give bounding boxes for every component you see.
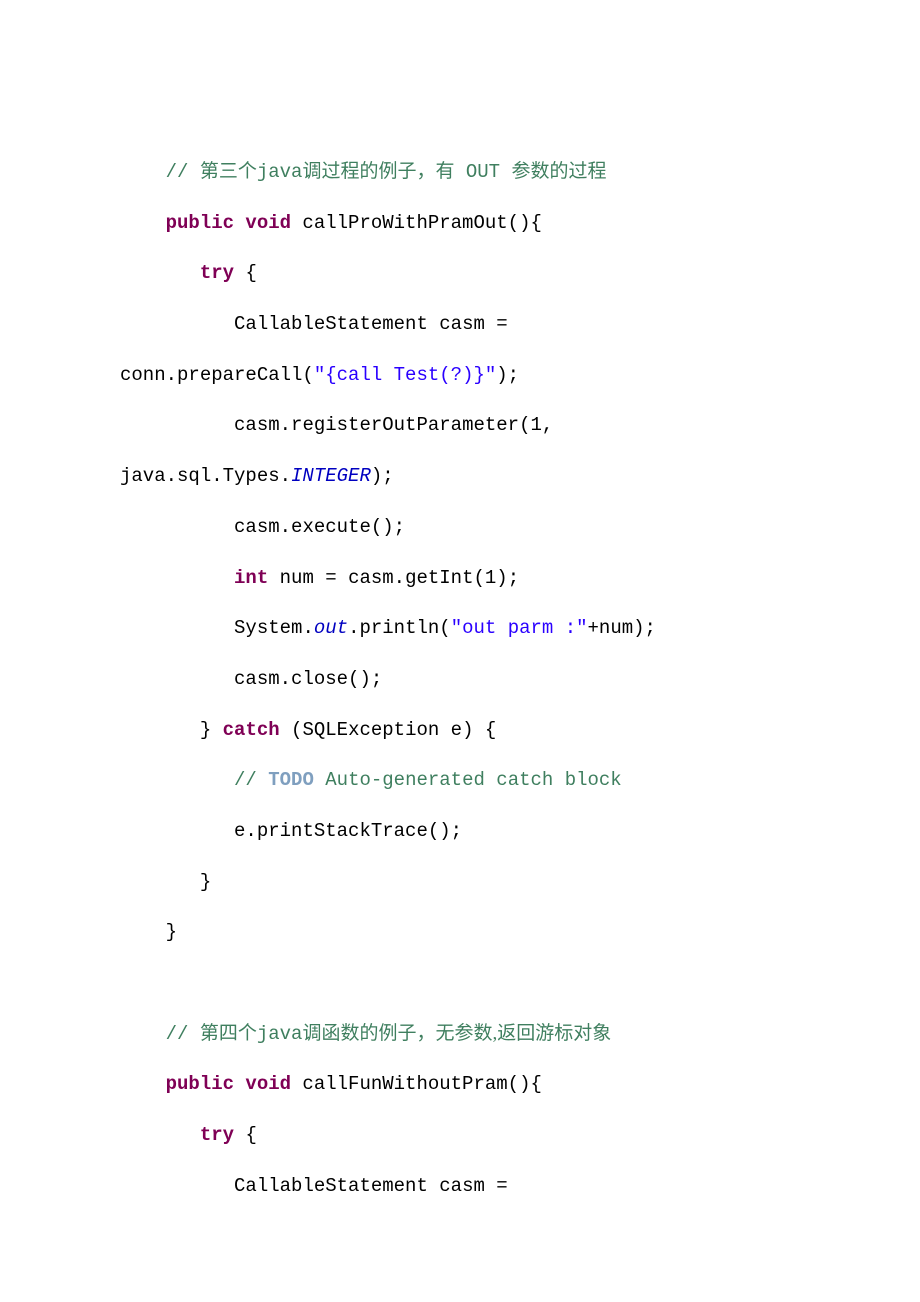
- code-text: callProWithPramOut(){: [291, 212, 542, 234]
- code-line: System.out.println("out parm :"+num);: [120, 616, 920, 641]
- blank-line: [120, 971, 920, 996]
- comment-text: // 第四个java调函数的例子，无参数,返回游标对象: [120, 1023, 611, 1045]
- indent: [120, 567, 234, 589]
- code-line: }: [120, 920, 920, 945]
- code-line: try {: [120, 1123, 920, 1148]
- code-text: .println(: [348, 617, 451, 639]
- indent: [120, 871, 200, 893]
- keyword: try: [200, 262, 234, 284]
- code-text: CallableStatement casm =: [234, 1175, 519, 1197]
- code-line: int num = casm.getInt(1);: [120, 566, 920, 591]
- code-text: }: [200, 719, 223, 741]
- todo-tag: TODO: [268, 769, 314, 791]
- code-text: casm.close();: [234, 668, 382, 690]
- indent: [120, 1175, 234, 1197]
- code-text: casm.execute();: [234, 516, 405, 538]
- indent: [120, 1073, 166, 1095]
- keyword: catch: [223, 719, 280, 741]
- code-line: casm.close();: [120, 667, 920, 692]
- code-line: public void callProWithPramOut(){: [120, 211, 920, 236]
- indent: [120, 212, 166, 234]
- code-text: );: [496, 364, 519, 386]
- code-text: .prepareCall(: [166, 364, 314, 386]
- keyword: public void: [166, 1073, 291, 1095]
- code-text: {: [234, 1124, 257, 1146]
- code-line: CallableStatement casm =: [120, 312, 920, 337]
- code-text: (SQLException e) {: [280, 719, 497, 741]
- code-text: e.printStackTrace();: [234, 820, 462, 842]
- code-line: }: [120, 870, 920, 895]
- string-literal: "{call Test(?)}": [314, 364, 496, 386]
- code-text: conn: [120, 364, 166, 386]
- code-text: );: [371, 465, 394, 487]
- keyword: try: [200, 1124, 234, 1146]
- indent: [120, 668, 234, 690]
- code-line: // 第三个java调过程的例子，有 OUT 参数的过程: [120, 160, 920, 185]
- code-text: CallableStatement casm =: [234, 313, 519, 335]
- code-line: // TODO Auto-generated catch block: [120, 768, 920, 793]
- code-text: }: [166, 921, 177, 943]
- code-line: java.sql.Types.INTEGER);: [120, 464, 920, 489]
- code-page: // 第三个java调过程的例子，有 OUT 参数的过程 public void…: [0, 0, 920, 1302]
- string-literal: "out parm :": [451, 617, 588, 639]
- indent: [120, 820, 234, 842]
- static-field: INTEGER: [291, 465, 371, 487]
- code-line: CallableStatement casm =: [120, 1174, 920, 1199]
- indent: [120, 719, 200, 741]
- code-text: callFunWithoutPram(){: [291, 1073, 542, 1095]
- static-field: out: [314, 617, 348, 639]
- code-line: // 第四个java调函数的例子，无参数,返回游标对象: [120, 1022, 920, 1047]
- code-text: System.: [234, 617, 314, 639]
- code-text: +num);: [588, 617, 656, 639]
- indent: [120, 313, 234, 335]
- code-line: public void callFunWithoutPram(){: [120, 1072, 920, 1097]
- indent: [120, 921, 166, 943]
- code-text: num = casm.getInt(1);: [268, 567, 519, 589]
- indent: [120, 617, 234, 639]
- code-line: try {: [120, 261, 920, 286]
- keyword: public void: [166, 212, 291, 234]
- indent: [120, 414, 234, 436]
- code-line: } catch (SQLException e) {: [120, 718, 920, 743]
- code-text: casm.registerOutParameter(1,: [234, 414, 565, 436]
- indent: [120, 262, 200, 284]
- code-line: casm.execute();: [120, 515, 920, 540]
- indent: [120, 1124, 200, 1146]
- comment-text: // TODO Auto-generated catch block: [120, 769, 622, 791]
- indent: [120, 516, 234, 538]
- code-line: casm.registerOutParameter(1,: [120, 413, 920, 438]
- code-text: java.sql.Types.: [120, 465, 291, 487]
- code-line: conn.prepareCall("{call Test(?)}");: [120, 363, 920, 388]
- comment-text: // 第三个java调过程的例子，有 OUT 参数的过程: [120, 161, 607, 183]
- code-text: }: [200, 871, 211, 893]
- code-text: {: [234, 262, 257, 284]
- code-line: e.printStackTrace();: [120, 819, 920, 844]
- keyword: int: [234, 567, 268, 589]
